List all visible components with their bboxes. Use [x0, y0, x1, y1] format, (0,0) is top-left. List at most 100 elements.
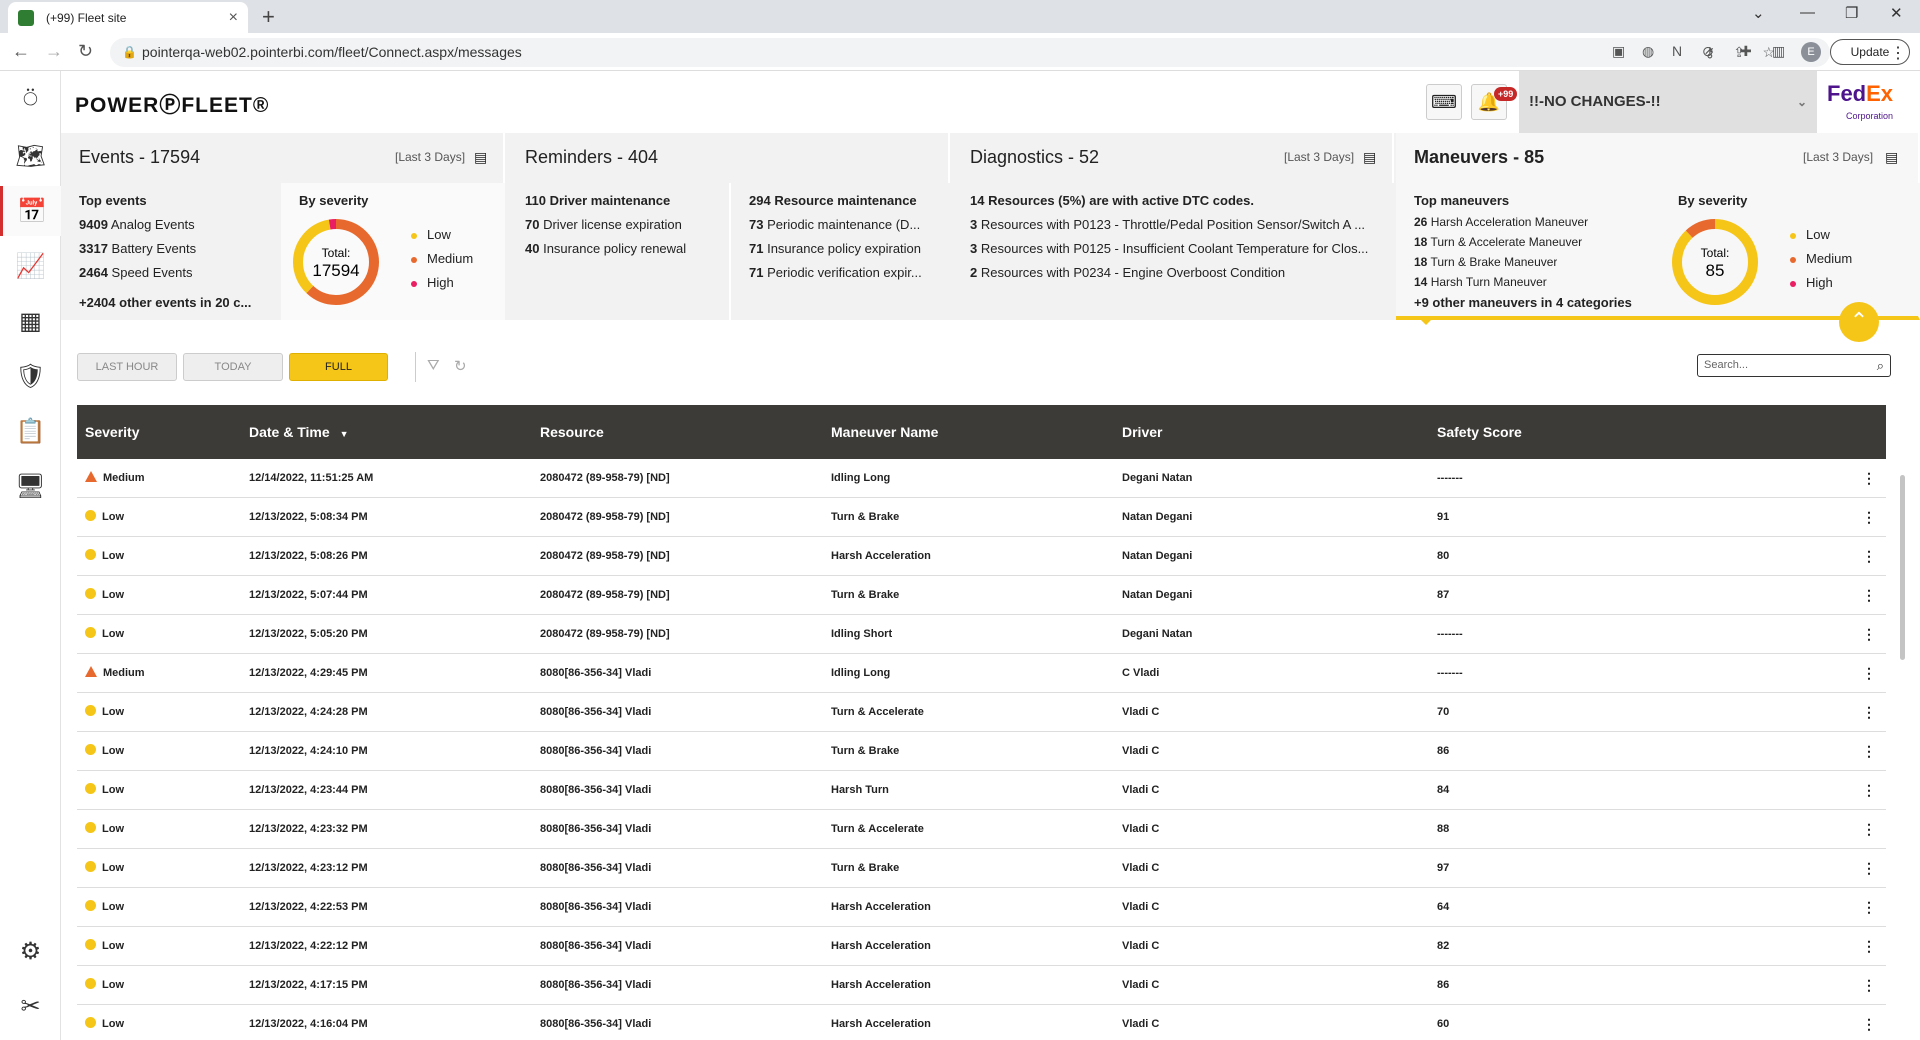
address-bar[interactable]: 🔒 pointerqa-web02.pointerbi.com/fleet/Co…	[110, 38, 1830, 67]
row-menu-icon[interactable]: ⋮	[1862, 615, 1876, 653]
table-row[interactable]: Low 12/13/2022, 4:17:15 PM 8080[86-356-34]…	[77, 966, 1886, 1005]
table-row[interactable]: Low 12/13/2022, 5:08:26 PM 2080472 (89-958…	[77, 537, 1886, 576]
extension-icon[interactable]: ▣	[1612, 43, 1625, 60]
tab-search-icon[interactable]: ⌄	[1752, 4, 1765, 22]
extension-icon[interactable]: N	[1672, 43, 1682, 59]
forward-icon[interactable]: →	[45, 41, 63, 62]
browser-tab[interactable]: (+99) Fleet site ×	[8, 2, 248, 33]
severity-cell: Low	[85, 966, 124, 1004]
restore-icon[interactable]: ❐	[1845, 4, 1858, 22]
search-input[interactable]: Search... ⌕	[1697, 354, 1891, 377]
table-row[interactable]: Low 12/13/2022, 4:23:12 PM 8080[86-356-34]…	[77, 849, 1886, 888]
minimize-icon[interactable]: —	[1800, 4, 1815, 21]
table-row[interactable]: Low 12/13/2022, 5:05:20 PM 2080472 (89-958…	[77, 615, 1886, 654]
report-icon[interactable]: ▤	[1363, 149, 1376, 166]
close-window-icon[interactable]: ✕	[1890, 4, 1903, 22]
pointer-logo-icon[interactable]: ⍥	[0, 75, 61, 125]
col-driver[interactable]: Driver	[1122, 405, 1162, 459]
row-menu-icon[interactable]: ⋮	[1862, 654, 1876, 692]
terminal-icon[interactable]: ⌨	[1426, 84, 1462, 120]
monitor-upload-icon[interactable]: 🖥	[0, 461, 61, 511]
table-row[interactable]: Medium 12/14/2022, 11:51:25 AM 2080472 (89…	[77, 459, 1886, 498]
row-menu-icon[interactable]: ⋮	[1862, 459, 1876, 497]
resource-cell: 2080472 (89-958-79) [ND]	[540, 550, 670, 562]
scrollbar[interactable]	[1900, 475, 1905, 660]
maneuvers-card[interactable]: Maneuvers - 85 [Last 3 Days] ▤ Top maneu…	[1396, 133, 1920, 320]
table-row[interactable]: Low 12/13/2022, 4:22:53 PM 8080[86-356-34]…	[77, 888, 1886, 927]
row-menu-icon[interactable]: ⋮	[1862, 888, 1876, 926]
safety-score-cell: 86	[1437, 745, 1450, 757]
col-severity[interactable]: Severity	[85, 405, 139, 459]
col-maneuver-name[interactable]: Maneuver Name	[831, 405, 938, 459]
trend-chart-icon[interactable]: 📈	[0, 241, 61, 291]
table-row[interactable]: Low 12/13/2022, 4:24:10 PM 8080[86-356-34]…	[77, 732, 1886, 771]
account-selector[interactable]: !!-NO CHANGES-!! ⌄	[1519, 71, 1817, 133]
tools-icon[interactable]: ✂	[0, 981, 61, 1031]
map-icon[interactable]: 🗺	[0, 131, 61, 181]
table-row[interactable]: Low 12/13/2022, 4:24:28 PM 8080[86-356-34]…	[77, 693, 1886, 732]
filter-icon[interactable]: ⛛	[427, 357, 440, 374]
refresh-icon[interactable]: ↻	[454, 357, 467, 375]
col-safety-score[interactable]: Safety Score	[1437, 405, 1522, 459]
row-menu-icon[interactable]: ⋮	[1862, 498, 1876, 536]
datetime-cell: 12/13/2022, 4:24:10 PM	[249, 745, 368, 757]
row-menu-icon[interactable]: ⋮	[1862, 693, 1876, 731]
puzzle-icon[interactable]: ✚	[1740, 43, 1752, 60]
safety-score-cell: 88	[1437, 823, 1450, 835]
driver-cell: C Vladi	[1122, 667, 1160, 679]
clipboard-icon[interactable]: 📋	[0, 406, 61, 456]
side-panel-icon[interactable]: ▥	[1772, 43, 1785, 60]
diagnostics-card[interactable]: Diagnostics - 52 [Last 3 Days] ▤ 14 Reso…	[952, 133, 1394, 320]
severity-cell: Low	[85, 849, 124, 887]
collapse-up-icon[interactable]: ⌃	[1839, 302, 1879, 342]
last-hour-button[interactable]: LAST HOUR	[77, 353, 177, 381]
resource-cell: 2080472 (89-958-79) [ND]	[540, 589, 670, 601]
safety-score-cell: 91	[1437, 511, 1450, 523]
col-date-time[interactable]: Date & Time ▼	[249, 405, 348, 461]
row-menu-icon[interactable]: ⋮	[1862, 849, 1876, 887]
extension-icon[interactable]: ◍	[1642, 43, 1654, 60]
row-menu-icon[interactable]: ⋮	[1862, 771, 1876, 809]
col-resource[interactable]: Resource	[540, 405, 604, 459]
reminders-card[interactable]: Reminders - 404 110 Driver maintenance 7…	[507, 133, 950, 320]
events-severity-donut: Total: 17594	[293, 219, 379, 305]
calendar-star-icon[interactable]: 📅	[0, 186, 61, 236]
report-icon[interactable]: ▤	[474, 149, 487, 166]
diagnostics-list: 14 Resources (5%) are with active DTC co…	[952, 183, 1394, 320]
table-row[interactable]: Low 12/13/2022, 5:08:34 PM 2080472 (89-958…	[77, 498, 1886, 537]
row-menu-icon[interactable]: ⋮	[1862, 927, 1876, 965]
events-card[interactable]: Events - 17594 [Last 3 Days] ▤ Top event…	[61, 133, 505, 320]
row-menu-icon[interactable]: ⋮	[1862, 576, 1876, 614]
table-row[interactable]: Low 12/13/2022, 4:23:32 PM 8080[86-356-34]…	[77, 810, 1886, 849]
table-row[interactable]: Low 12/13/2022, 5:07:44 PM 2080472 (89-958…	[77, 576, 1886, 615]
report-icon[interactable]: ▤	[1885, 149, 1898, 166]
table-row[interactable]: Low 12/13/2022, 4:22:12 PM 8080[86-356-34]…	[77, 927, 1886, 966]
close-tab-icon[interactable]: ×	[229, 9, 238, 27]
browser-menu-icon[interactable]: ⋮	[1890, 43, 1906, 63]
severity-cell: Low	[85, 810, 124, 848]
back-icon[interactable]: ←	[12, 41, 30, 62]
site-favicon-icon	[18, 9, 34, 26]
row-menu-icon[interactable]: ⋮	[1862, 732, 1876, 770]
row-menu-icon[interactable]: ⋮	[1862, 537, 1876, 575]
profile-avatar[interactable]: E	[1801, 42, 1821, 62]
reload-icon[interactable]: ↻	[78, 41, 93, 62]
row-menu-icon[interactable]: ⋮	[1862, 1005, 1876, 1040]
new-tab-icon[interactable]: +	[262, 4, 275, 30]
resource-cell: 8080[86-356-34] Vladi	[540, 745, 652, 757]
today-button[interactable]: TODAY	[183, 353, 283, 381]
row-menu-icon[interactable]: ⋮	[1862, 966, 1876, 1004]
table-row[interactable]: Medium 12/13/2022, 4:29:45 PM 8080[86-356-…	[77, 654, 1886, 693]
table-row[interactable]: Low 12/13/2022, 4:16:04 PM 8080[86-356-34]…	[77, 1005, 1886, 1040]
row-menu-icon[interactable]: ⋮	[1862, 810, 1876, 848]
search-icon[interactable]: ⌕	[1877, 355, 1884, 376]
settings-icon[interactable]: ⚙	[0, 926, 61, 976]
dashboard-icon[interactable]: ▦	[0, 296, 61, 346]
full-button[interactable]: FULL	[289, 353, 388, 381]
maneuvers-severity-donut: Total: 85	[1672, 219, 1758, 305]
extension-icon[interactable]: ⊘	[1702, 43, 1714, 60]
shield-check-icon[interactable]: 🛡	[0, 351, 61, 401]
card-title: Diagnostics - 52	[970, 147, 1100, 167]
datetime-cell: 12/13/2022, 4:23:12 PM	[249, 862, 368, 874]
table-row[interactable]: Low 12/13/2022, 4:23:44 PM 8080[86-356-34]…	[77, 771, 1886, 810]
